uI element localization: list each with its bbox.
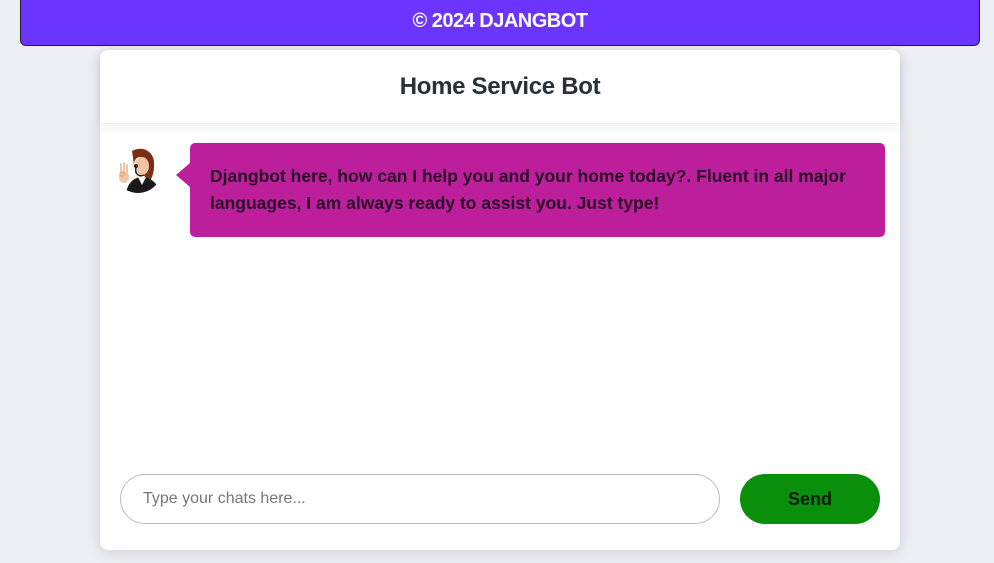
support-agent-avatar-icon bbox=[114, 145, 162, 193]
bot-avatar bbox=[114, 145, 162, 193]
bot-message-text: Djangbot here, how can I help you and yo… bbox=[210, 166, 846, 213]
chat-input[interactable] bbox=[120, 474, 720, 524]
bot-message-bubble: Djangbot here, how can I help you and yo… bbox=[176, 143, 885, 237]
footer-banner: © 2024 DJANGBOT bbox=[20, 0, 980, 46]
chat-header: Home Service Bot bbox=[100, 50, 900, 124]
send-button[interactable]: Send bbox=[740, 474, 880, 524]
chat-window: Home Service Bot Djangbot here, how can … bbox=[100, 50, 900, 550]
copyright-text: © 2024 DJANGBOT bbox=[412, 10, 588, 32]
chat-title: Home Service Bot bbox=[399, 72, 601, 100]
